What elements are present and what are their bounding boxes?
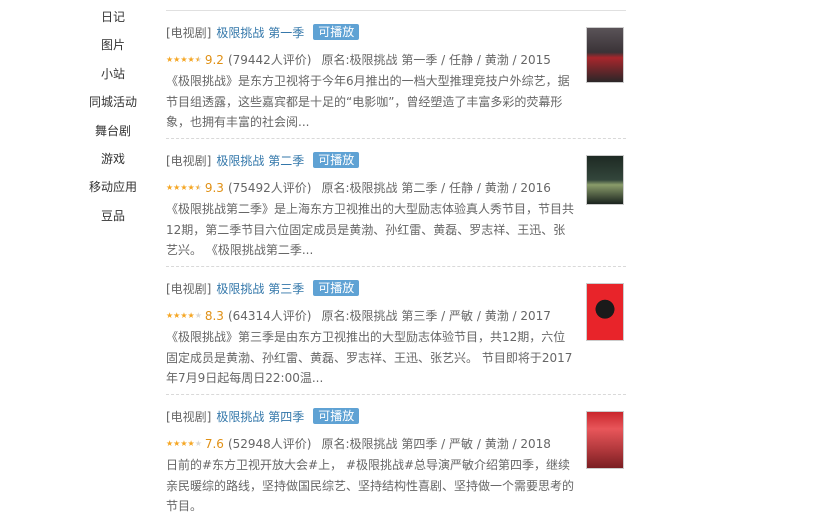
star-empty-icon: ★	[194, 311, 202, 320]
playable-badge[interactable]: 可播放	[313, 24, 360, 40]
result-description: 《极限挑战》是东方卫视将于今年6月推出的一档大型推理竞技户外综艺，据节目组透露，…	[166, 74, 570, 129]
rating-stars: ★★★★★	[166, 179, 202, 197]
result-meta: 原名:极限挑战 第四季 / 严敏 / 黄渤 / 2018	[321, 437, 551, 451]
poster-image[interactable]	[586, 155, 624, 205]
result-type: [电视剧]	[166, 282, 212, 296]
rating-stars: ★★★★★	[166, 435, 202, 453]
result-item: [电视剧] 极限挑战 第四季 可播放 ★★★★★ 7.6 (52948人评价) 原名:极限…	[166, 395, 626, 522]
rating-score: 9.2	[204, 53, 224, 67]
result-title-line: [电视剧] 极限挑战 第四季 可播放	[166, 408, 360, 426]
rating-score: 8.3	[204, 309, 224, 323]
result-meta: 原名:极限挑战 第二季 / 任静 / 黄渤 / 2016	[321, 181, 551, 195]
result-rating-line: ★★★★★ 8.3 (64314人评价) 原名:极限挑战 第三季 / 严敏 / 黄渤 …	[166, 307, 551, 325]
star-full-icon: ★	[180, 55, 188, 64]
star-full-icon: ★	[180, 311, 188, 320]
rating-count: (79442人评价)	[227, 53, 312, 67]
rating-score: 7.6	[204, 437, 224, 451]
sidebar-nav: 日记 图片 小站 同城活动 舞台剧 游戏 移动应用 豆品	[80, 0, 146, 230]
result-title-line: [电视剧] 极限挑战 第二季 可播放	[166, 152, 360, 170]
playable-badge[interactable]: 可播放	[313, 408, 360, 424]
result-type: [电视剧]	[166, 410, 212, 424]
rating-count: (52948人评价)	[227, 437, 312, 451]
poster-image[interactable]	[586, 411, 624, 469]
sidebar-item-apps[interactable]: 移动应用	[80, 173, 146, 201]
sidebar-item-photos[interactable]: 图片	[80, 31, 146, 59]
result-type: [电视剧]	[166, 26, 212, 40]
result-list: [电视剧] 极限挑战 第一季 可播放 ★★★★★ 9.2 (79442人评价) 原名:极限…	[166, 10, 626, 522]
sidebar-item-sites[interactable]: 小站	[80, 60, 146, 88]
sidebar-item-stage[interactable]: 舞台剧	[80, 117, 146, 145]
star-full-icon: ★	[187, 311, 195, 320]
result-meta: 原名:极限挑战 第一季 / 任静 / 黄渤 / 2015	[321, 53, 551, 67]
star-full-icon: ★	[180, 439, 188, 448]
result-description: 日前的#东方卫视开放大会#上， #极限挑战#总导演严敏介绍第四季，继续亲民暖综的…	[166, 458, 575, 513]
rating-count: (75492人评价)	[227, 181, 312, 195]
star-full-icon: ★	[187, 439, 195, 448]
result-item: [电视剧] 极限挑战 第二季 可播放 ★★★★★ 9.3 (75492人评价) 原名:极限…	[166, 139, 626, 267]
sidebar-item-products[interactable]: 豆品	[80, 202, 146, 230]
result-title-line: [电视剧] 极限挑战 第三季 可播放	[166, 280, 360, 298]
result-type: [电视剧]	[166, 154, 212, 168]
result-title-link[interactable]: 极限挑战 第四季	[216, 410, 304, 424]
playable-badge[interactable]: 可播放	[313, 152, 360, 168]
star-full-icon: ★	[187, 183, 195, 192]
rating-score: 9.3	[204, 181, 224, 195]
star-half-icon: ★	[194, 183, 202, 192]
star-empty-icon: ★	[194, 439, 202, 448]
result-rating-line: ★★★★★ 9.2 (79442人评价) 原名:极限挑战 第一季 / 任静 / 黄渤 …	[166, 51, 551, 69]
rating-stars: ★★★★★	[166, 51, 202, 69]
rating-count: (64314人评价)	[227, 309, 312, 323]
result-rating-line: ★★★★★ 9.3 (75492人评价) 原名:极限挑战 第二季 / 任静 / 黄渤 …	[166, 179, 551, 197]
result-description: 《极限挑战第二季》是上海东方卫视推出的大型励志体验真人秀节目，节目共12期，第二…	[166, 202, 575, 257]
result-title-link[interactable]: 极限挑战 第二季	[216, 154, 304, 168]
sidebar-item-diary[interactable]: 日记	[80, 3, 146, 31]
sidebar-item-games[interactable]: 游戏	[80, 145, 146, 173]
star-full-icon: ★	[187, 55, 195, 64]
result-title-line: [电视剧] 极限挑战 第一季 可播放	[166, 24, 360, 42]
result-title-link[interactable]: 极限挑战 第一季	[216, 26, 304, 40]
rating-stars: ★★★★★	[166, 307, 202, 325]
poster-image[interactable]	[586, 283, 624, 341]
result-item: [电视剧] 极限挑战 第三季 可播放 ★★★★★ 8.3 (64314人评价) 原名:极限…	[166, 267, 626, 395]
poster-image[interactable]	[586, 27, 624, 83]
star-half-icon: ★	[194, 55, 202, 64]
sidebar-item-events[interactable]: 同城活动	[80, 88, 146, 116]
result-item: [电视剧] 极限挑战 第一季 可播放 ★★★★★ 9.2 (79442人评价) 原名:极限…	[166, 11, 626, 139]
result-description: 《极限挑战》第三季是由东方卫视推出的大型励志体验节目，共12期，六位固定成员是黄…	[166, 330, 573, 385]
result-meta: 原名:极限挑战 第三季 / 严敏 / 黄渤 / 2017	[321, 309, 551, 323]
result-rating-line: ★★★★★ 7.6 (52948人评价) 原名:极限挑战 第四季 / 严敏 / 黄渤 …	[166, 435, 551, 453]
result-title-link[interactable]: 极限挑战 第三季	[216, 282, 304, 296]
star-full-icon: ★	[180, 183, 188, 192]
playable-badge[interactable]: 可播放	[313, 280, 360, 296]
